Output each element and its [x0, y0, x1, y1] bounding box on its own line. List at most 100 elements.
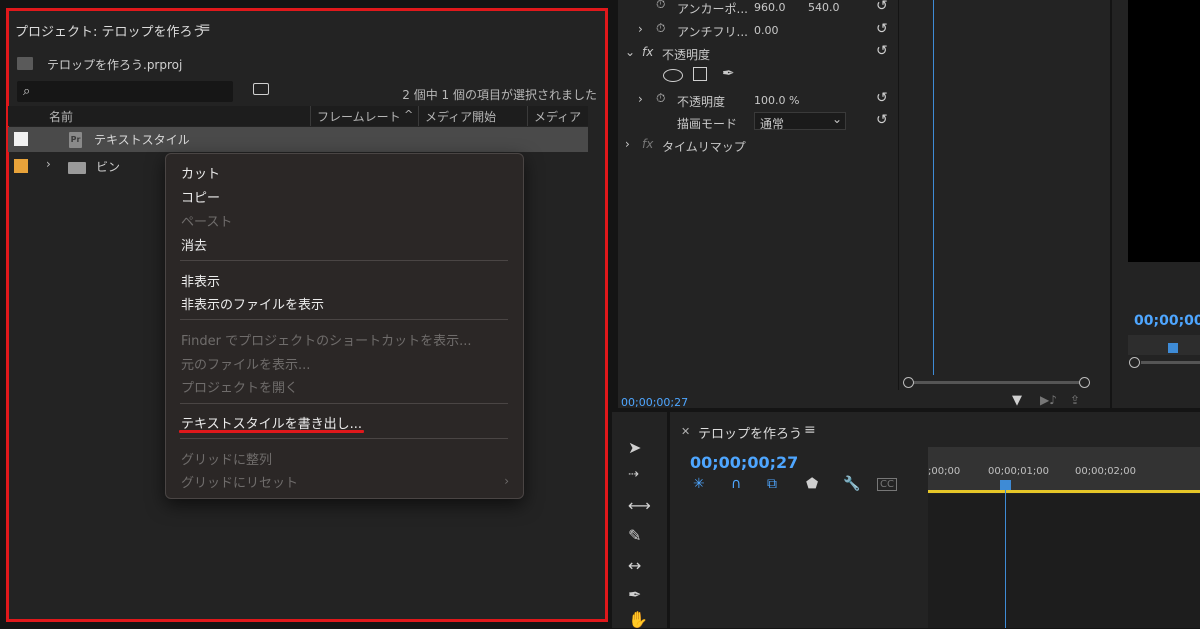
column-divider[interactable] [310, 106, 311, 126]
label-color-swatch[interactable] [14, 159, 28, 173]
effect-controls-timecode[interactable]: 00;00;00;27 [621, 396, 688, 409]
reset-icon[interactable]: ↺ [876, 43, 888, 59]
table-header [8, 106, 588, 126]
scrollbar-handle[interactable] [1079, 377, 1090, 388]
sequence-tab[interactable]: テロップを作ろう [698, 423, 802, 442]
anchor-y-value[interactable]: 540.0 [808, 1, 840, 14]
folder-icon [68, 162, 86, 174]
play-only-audio-icon[interactable]: ▶♪ [1040, 393, 1057, 407]
column-divider[interactable] [527, 106, 528, 126]
track-select-tool-icon[interactable]: ⇢ [628, 467, 639, 482]
time-remap-label: タイムリマップ [662, 140, 746, 154]
fx-icon[interactable]: fx [642, 45, 653, 59]
opacity-section-label: 不透明度 [662, 48, 711, 62]
pen-mask-icon[interactable]: ✒ [722, 64, 735, 82]
opacity-value[interactable]: 100.0 % [754, 94, 799, 107]
zoom-scrollbar[interactable] [1141, 361, 1200, 364]
anchor-x-value[interactable]: 960.0 [754, 1, 786, 14]
reset-icon[interactable]: ↺ [876, 0, 888, 14]
linked-selection-icon[interactable]: ⧉ [767, 476, 777, 492]
blend-mode-value: 通常 [760, 117, 785, 131]
menu-divider [180, 438, 508, 439]
menu-divider [180, 319, 508, 320]
pen-tool-icon[interactable]: ✒ [628, 585, 641, 604]
program-time-ruler[interactable] [1128, 335, 1200, 355]
anti-flicker-value[interactable]: 0.00 [754, 24, 779, 37]
stopwatch-icon[interactable]: ⏱ [656, 21, 665, 36]
item-name[interactable]: ビン [96, 158, 120, 175]
program-timecode[interactable]: 00;00;00; [1134, 313, 1200, 329]
captions-icon[interactable]: CC [877, 478, 897, 491]
ruler-tick-label: 00;00;01;00 [988, 466, 1050, 477]
video-preview[interactable] [1128, 0, 1200, 262]
stopwatch-icon[interactable]: ⏱ [656, 91, 665, 106]
menu-item-align-to-grid: グリッドに整列 [181, 453, 273, 468]
track-area[interactable] [928, 494, 1200, 628]
playhead-line[interactable] [933, 0, 934, 375]
menu-item-cut[interactable]: カット [181, 163, 220, 182]
stopwatch-icon[interactable]: ⏱ [656, 0, 665, 12]
search-icon: ⌕ [23, 84, 31, 99]
column-divider[interactable] [418, 106, 419, 126]
rectangle-mask-icon[interactable] [693, 67, 707, 81]
reset-icon[interactable]: ↺ [876, 21, 888, 37]
menu-item-open-project: プロジェクトを開く [181, 381, 299, 396]
slip-tool-icon[interactable]: ↔ [628, 556, 641, 575]
chevron-right-icon[interactable]: › [638, 22, 643, 36]
menu-item-show-hidden[interactable]: 非表示のファイルを表示 [181, 294, 324, 313]
panel-menu-icon[interactable]: ≡ [804, 422, 816, 438]
menu-item-reset-to-grid: グリッドにリセット [181, 476, 299, 491]
reset-icon[interactable]: ↺ [876, 112, 888, 128]
chevron-right-icon[interactable]: › [638, 92, 643, 106]
snap-icon[interactable]: ∩ [731, 476, 741, 492]
chevron-right-icon[interactable]: › [625, 137, 630, 151]
close-icon[interactable]: ✕ [681, 425, 690, 438]
column-header-framerate[interactable]: フレームレート [317, 108, 401, 125]
panel-menu-icon[interactable]: ≡ [199, 20, 211, 36]
hand-tool-icon[interactable]: ✋ [628, 610, 648, 629]
item-name[interactable]: テキストスタイル [94, 131, 190, 148]
time-ruler[interactable] [928, 447, 1200, 492]
razor-tool-icon[interactable]: ✎ [628, 526, 641, 545]
menu-item-copy[interactable]: コピー [181, 187, 220, 206]
menu-item-hide[interactable]: 非表示 [181, 271, 220, 290]
sort-ascending-icon[interactable]: ^ [404, 108, 413, 121]
premiere-file-icon: Pr [69, 132, 82, 148]
column-header-name[interactable]: 名前 [49, 108, 73, 125]
chevron-right-icon[interactable]: › [46, 157, 51, 171]
wrench-icon[interactable]: 🔧 [843, 476, 860, 492]
context-menu: カット コピー ペースト 消去 非表示 非表示のファイルを表示 Finder で… [165, 153, 524, 499]
panel-divider [898, 0, 899, 390]
label-color-swatch[interactable] [14, 132, 28, 146]
timeline-timecode[interactable]: 00;00;00;27 [690, 453, 798, 472]
playhead-marker[interactable] [1168, 343, 1178, 353]
reset-icon[interactable]: ↺ [876, 90, 888, 106]
selection-tool-icon[interactable]: ➤ [628, 438, 641, 457]
opacity-label: 不透明度 [677, 95, 726, 109]
find-icon[interactable] [253, 83, 269, 95]
ellipse-mask-icon[interactable] [663, 69, 683, 82]
add-marker-icon[interactable]: ⬟ [806, 476, 818, 492]
zoom-scrollbar[interactable] [908, 381, 1084, 384]
search-input[interactable] [17, 81, 233, 102]
menu-item-reveal-file: 元のファイルを表示... [181, 358, 311, 373]
menu-item-reveal-in-finder: Finder でプロジェクトのショートカットを表示... [181, 334, 472, 349]
ripple-edit-tool-icon[interactable]: ⟷ [628, 496, 651, 515]
scrollbar-handle[interactable] [1129, 357, 1140, 368]
highlight-underline [179, 430, 364, 433]
scrollbar-handle[interactable] [903, 377, 914, 388]
playhead-line[interactable] [1005, 480, 1006, 628]
menu-item-clear[interactable]: 消去 [181, 235, 207, 254]
filter-icon[interactable]: ▼ [1012, 393, 1022, 408]
work-area-bar[interactable] [928, 490, 1200, 493]
blend-mode-label: 描画モード [677, 117, 738, 131]
chevron-down-icon[interactable]: ⌄ [625, 45, 635, 59]
chevron-down-icon: ⌄ [832, 112, 843, 126]
playhead-marker[interactable] [1000, 480, 1011, 490]
ruler-tick-label: 00;00;02;00 [1075, 466, 1137, 477]
nest-icon[interactable]: ✳ [693, 476, 705, 492]
menu-divider [180, 260, 508, 261]
export-icon[interactable]: ⇪ [1070, 393, 1080, 407]
project-panel-title[interactable]: プロジェクト: テロップを作ろう [15, 21, 206, 40]
column-header-media-start[interactable]: メディア開始 [425, 108, 496, 125]
